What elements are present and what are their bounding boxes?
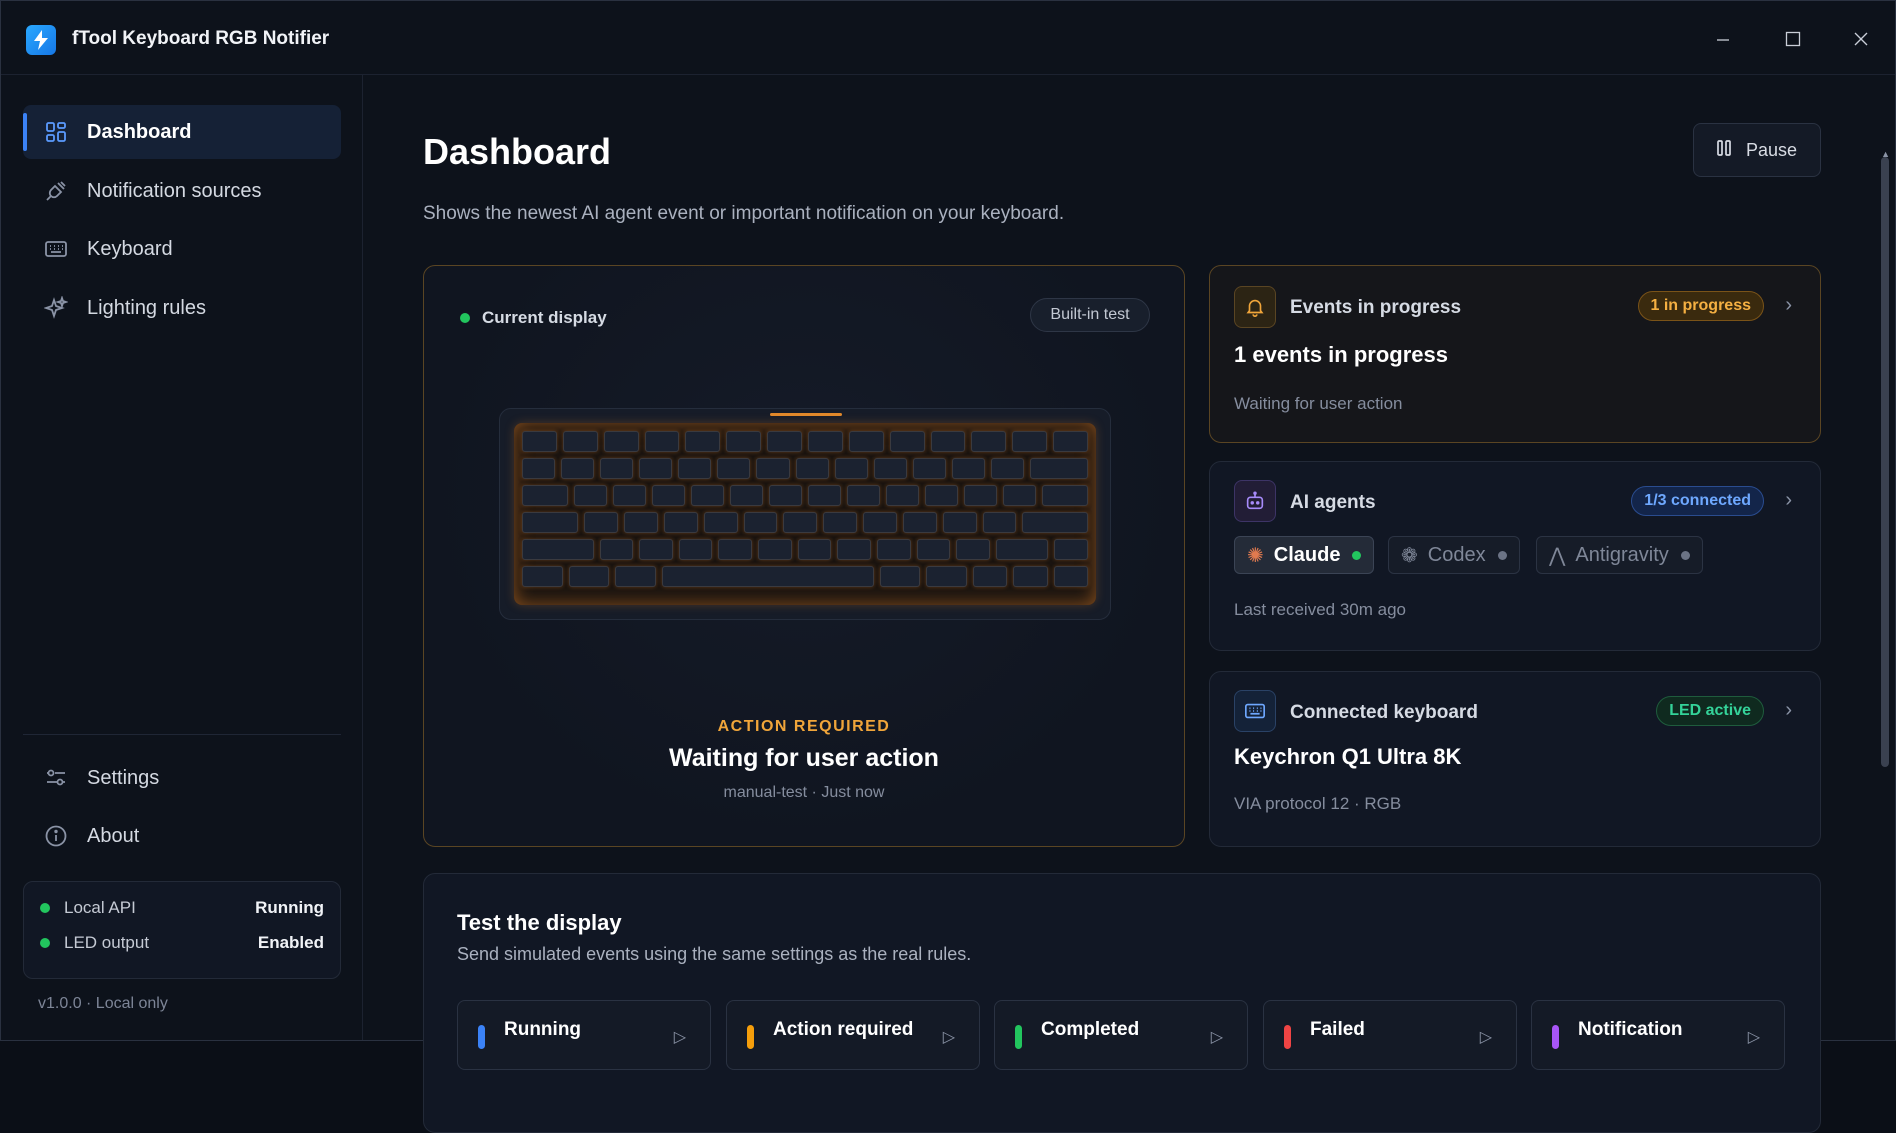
plug-icon bbox=[43, 178, 69, 204]
color-bar bbox=[1284, 1025, 1291, 1049]
sidebar-item-notification-sources[interactable]: Notification sources bbox=[23, 164, 341, 218]
page-title: Dashboard bbox=[423, 131, 612, 172]
bell-icon bbox=[1234, 286, 1276, 328]
events-detail: Waiting for user action bbox=[1234, 394, 1403, 413]
agents-card-label: AI agents bbox=[1290, 492, 1376, 513]
test-completed-button[interactable]: Completed ▷ bbox=[994, 1000, 1248, 1070]
display-title: Waiting for user action bbox=[669, 744, 939, 772]
led-active-badge: LED active bbox=[1656, 696, 1764, 726]
play-icon: ▷ bbox=[1747, 1029, 1760, 1046]
current-display-card: Current display Built-in test ACTION REQ… bbox=[423, 265, 1185, 847]
agent-status-dot bbox=[1497, 550, 1507, 560]
page-subtitle: Shows the newest AI agent event or impor… bbox=[423, 203, 1065, 224]
status-led-output: LED output Enabled bbox=[40, 931, 324, 955]
test-notification-button[interactable]: Notification ▷ bbox=[1531, 1000, 1785, 1070]
events-headline: 1 events in progress bbox=[1234, 342, 1448, 367]
sparkles-icon bbox=[43, 295, 69, 321]
play-icon: ▷ bbox=[1210, 1029, 1223, 1046]
play-icon: ▷ bbox=[942, 1029, 955, 1046]
claude-icon: ✺ bbox=[1247, 544, 1264, 567]
sidebar-item-keyboard[interactable]: Keyboard bbox=[23, 222, 341, 276]
built-in-test-badge: Built-in test bbox=[1030, 298, 1150, 332]
display-status-tag: ACTION REQUIRED bbox=[717, 718, 891, 735]
status-dot bbox=[40, 938, 50, 948]
agent-chip-antigravity[interactable]: ⋀ Antigravity bbox=[1536, 536, 1703, 574]
sidebar-item-label: Keyboard bbox=[87, 237, 173, 260]
live-dot bbox=[460, 313, 470, 323]
dashboard-icon bbox=[43, 119, 69, 145]
current-display-header: Current display bbox=[460, 308, 607, 328]
sidebar-item-label: Notification sources bbox=[87, 179, 262, 202]
events-in-progress-card[interactable]: Events in progress 1 in progress › 1 eve… bbox=[1209, 265, 1821, 443]
play-icon: ▷ bbox=[1479, 1029, 1492, 1046]
test-section-title: Test the display bbox=[457, 910, 622, 935]
agent-chip-claude[interactable]: ✺ Claude bbox=[1234, 536, 1375, 574]
color-bar bbox=[1015, 1025, 1022, 1049]
agents-detail: Last received 30m ago bbox=[1234, 600, 1406, 619]
sliders-icon bbox=[43, 765, 69, 791]
color-bar bbox=[747, 1025, 754, 1049]
color-bar bbox=[1552, 1025, 1559, 1049]
robot-icon bbox=[1234, 480, 1276, 522]
in-progress-badge: 1 in progress bbox=[1637, 291, 1764, 321]
keyboard-card-label: Connected keyboard bbox=[1290, 702, 1478, 723]
sidebar-divider bbox=[23, 734, 341, 735]
lightning-logo-icon bbox=[26, 25, 56, 55]
display-meta: manual-test · Just now bbox=[723, 784, 885, 801]
maximize-button[interactable] bbox=[1775, 23, 1811, 55]
pause-button[interactable]: Pause bbox=[1693, 123, 1821, 177]
sidebar-item-label: Settings bbox=[87, 766, 160, 789]
codex-icon: ❁ bbox=[1401, 544, 1418, 567]
keyboard-icon bbox=[1234, 690, 1276, 732]
chevron-right-icon: › bbox=[1785, 699, 1792, 721]
test-failed-button[interactable]: Failed ▷ bbox=[1263, 1000, 1517, 1070]
keyboard-icon bbox=[43, 236, 69, 262]
chevron-right-icon: › bbox=[1785, 489, 1792, 511]
sidebar-item-dashboard[interactable]: Dashboard bbox=[23, 105, 341, 159]
app-window: fTool Keyboard RGB Notifier Dashboard No… bbox=[0, 0, 1896, 1133]
play-icon: ▷ bbox=[673, 1029, 686, 1046]
sidebar-item-label: About bbox=[87, 824, 140, 847]
pause-icon bbox=[1716, 139, 1732, 162]
chevron-right-icon: › bbox=[1785, 294, 1792, 316]
main-content: Dashboard Shows the newest AI agent even… bbox=[363, 75, 1895, 1133]
keyboard-protocol: VIA protocol 12 · RGB bbox=[1234, 794, 1402, 813]
scrollbar-thumb[interactable] bbox=[1881, 157, 1889, 767]
test-display-section: Test the display Send simulated events u… bbox=[423, 873, 1821, 1133]
agent-status-dot bbox=[1352, 550, 1362, 560]
sidebar-item-label: Dashboard bbox=[87, 120, 192, 143]
agent-chip-codex[interactable]: ❁ Codex bbox=[1388, 536, 1520, 574]
agents-connected-badge: 1/3 connected bbox=[1631, 486, 1764, 516]
keyboard-model: Keychron Q1 Ultra 8K bbox=[1234, 744, 1462, 769]
status-local-api: Local API Running bbox=[40, 896, 324, 920]
test-section-subtitle: Send simulated events using the same set… bbox=[457, 944, 972, 964]
title-bar: fTool Keyboard RGB Notifier bbox=[1, 1, 1895, 75]
connected-keyboard-card[interactable]: Connected keyboard LED active › Keychron… bbox=[1209, 671, 1821, 847]
keyboard-plate bbox=[514, 423, 1096, 605]
app-title: fTool Keyboard RGB Notifier bbox=[72, 28, 330, 49]
test-running-button[interactable]: Running ▷ bbox=[457, 1000, 711, 1070]
close-button[interactable] bbox=[1843, 23, 1879, 55]
test-action-required-button[interactable]: Action required ▷ bbox=[726, 1000, 980, 1070]
sidebar-item-settings[interactable]: Settings bbox=[23, 751, 341, 805]
version-text: v1.0.0 · Local only bbox=[38, 995, 168, 1012]
keyboard-preview bbox=[499, 408, 1111, 620]
color-bar bbox=[478, 1025, 485, 1049]
antigravity-icon: ⋀ bbox=[1549, 544, 1566, 567]
sidebar: Dashboard Notification sources Keyboard … bbox=[1, 75, 363, 1040]
ai-agents-card[interactable]: AI agents 1/3 connected › ✺ Claude ❁ Cod… bbox=[1209, 461, 1821, 651]
sidebar-item-lighting-rules[interactable]: Lighting rules bbox=[23, 281, 341, 335]
sidebar-item-about[interactable]: About bbox=[23, 809, 341, 863]
service-status-panel: Local API Running LED output Enabled bbox=[23, 881, 341, 979]
sidebar-item-label: Lighting rules bbox=[87, 296, 206, 319]
agent-status-dot bbox=[1680, 550, 1690, 560]
keyboard-indicator-bar bbox=[770, 413, 842, 416]
info-icon bbox=[43, 823, 69, 849]
minimize-button[interactable] bbox=[1705, 23, 1741, 55]
events-card-label: Events in progress bbox=[1290, 297, 1462, 318]
status-dot bbox=[40, 903, 50, 913]
